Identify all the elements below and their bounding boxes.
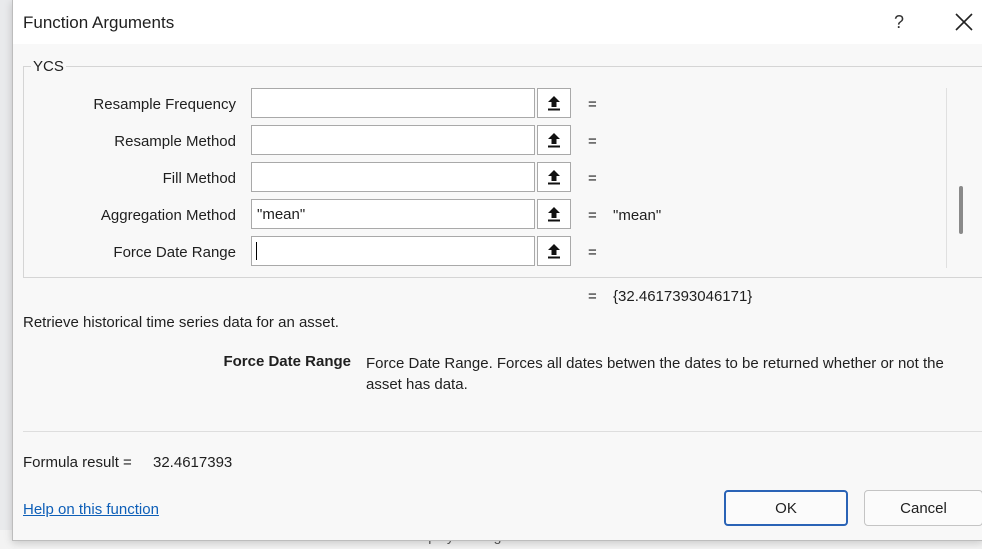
arg-input-resample-frequency[interactable] [251, 88, 535, 118]
upload-arrow-icon [548, 170, 560, 185]
formula-result-label: Formula result = [23, 454, 132, 471]
arg-equals: = [588, 170, 597, 187]
collapse-dialog-button[interactable] [537, 199, 571, 229]
arg-input-fill-method[interactable] [251, 162, 535, 192]
function-result: {32.4617393046171} [613, 288, 753, 305]
arg-help-name: Force Date Range [223, 353, 351, 370]
arg-equals: = [588, 207, 597, 224]
function-arguments-dialog: Function Arguments ? YCS Resample Freque… [12, 0, 982, 541]
collapse-dialog-button[interactable] [537, 236, 571, 266]
formula-result-value: 32.4617393 [153, 454, 233, 471]
arg-label-force-date-range: Force Date Range [113, 244, 236, 261]
upload-arrow-icon [548, 96, 560, 111]
collapse-dialog-button[interactable] [537, 125, 571, 155]
help-button[interactable]: ? [889, 12, 909, 33]
scrollbar-thumb[interactable] [959, 186, 963, 234]
close-icon[interactable] [953, 10, 975, 34]
divider [23, 431, 982, 432]
dialog-title: Function Arguments [23, 13, 175, 32]
ok-button[interactable]: OK [724, 490, 848, 526]
arg-equals: = [588, 244, 597, 261]
function-name-label: YCS [31, 58, 66, 75]
upload-arrow-icon [548, 133, 560, 148]
collapse-dialog-button[interactable] [537, 162, 571, 192]
arg-equals: = [588, 133, 597, 150]
arg-label-resample-method: Resample Method [114, 133, 236, 150]
text-cursor [256, 242, 257, 260]
arg-label-fill-method: Fill Method [162, 170, 236, 187]
arg-help-text: Force Date Range. Forces all dates betwe… [366, 355, 944, 393]
scrollbar-track[interactable] [946, 88, 947, 268]
upload-arrow-icon [548, 244, 560, 259]
title-bar: Function Arguments ? [13, 0, 982, 44]
arg-label-resample-frequency: Resample Frequency [93, 96, 236, 113]
upload-arrow-icon [548, 207, 560, 222]
arg-input-aggregation-method[interactable]: "mean" [251, 199, 535, 229]
help-on-function-link[interactable]: Help on this function [23, 501, 159, 518]
arg-input-force-date-range[interactable] [251, 236, 535, 266]
function-result-equals: = [588, 288, 597, 305]
arg-equals: = [588, 96, 597, 113]
function-description: Retrieve historical time series data for… [23, 314, 339, 331]
arg-label-aggregation-method: Aggregation Method [100, 207, 236, 224]
collapse-dialog-button[interactable] [537, 88, 571, 118]
arg-input-resample-method[interactable] [251, 125, 535, 155]
cancel-button[interactable]: Cancel [864, 490, 982, 526]
arg-result-aggregation-method: "mean" [613, 207, 662, 224]
